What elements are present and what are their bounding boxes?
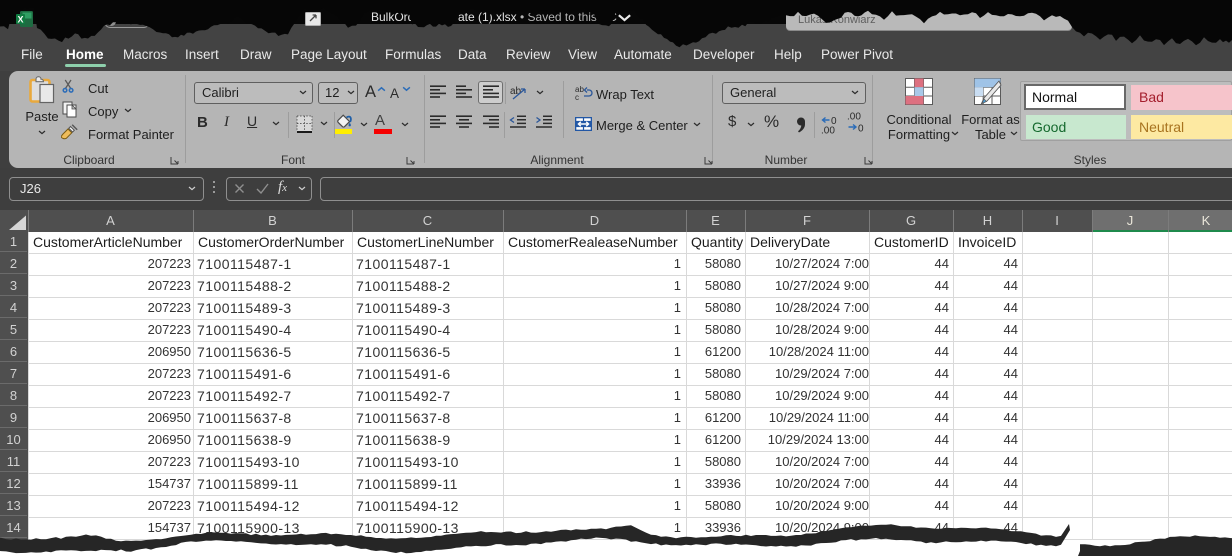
svg-text:.00: .00 xyxy=(847,112,861,123)
svg-text:c: c xyxy=(575,93,579,101)
svg-text:.00: .00 xyxy=(821,126,835,135)
svg-text:ab: ab xyxy=(510,86,522,97)
svg-text:0: 0 xyxy=(858,124,864,135)
